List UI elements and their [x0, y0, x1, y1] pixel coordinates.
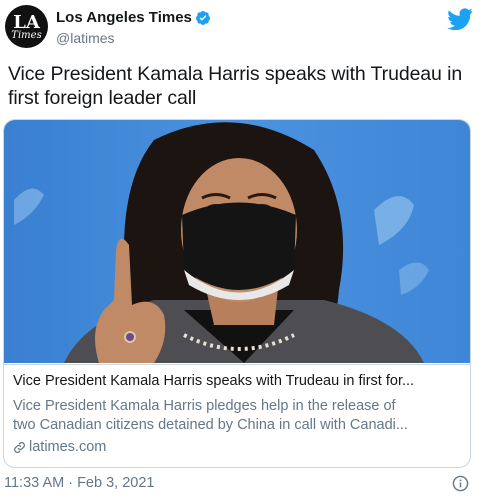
card-body[interactable]: Vice President Kamala Harris speaks with…: [4, 364, 470, 467]
card-title[interactable]: Vice President Kamala Harris speaks with…: [13, 373, 463, 389]
card-domain[interactable]: latimes.com: [13, 439, 106, 455]
card-description-line-2: two Canadian citizens detained by China …: [13, 417, 408, 433]
author-name[interactable]: Los Angeles Times: [56, 9, 192, 26]
avatar-text-top: LA: [13, 11, 40, 33]
link-preview-card[interactable]: Vice President Kamala Harris speaks with…: [3, 119, 471, 468]
avatar-text-bottom: Times: [11, 29, 42, 41]
tweet-timestamp[interactable]: 11:33 AM · Feb 3, 2021: [4, 475, 154, 491]
avatar[interactable]: LA Times: [5, 5, 48, 48]
card-description-line-1: Vice President Kamala Harris pledges hel…: [13, 398, 396, 414]
card-domain-text: latimes.com: [29, 439, 107, 455]
info-icon[interactable]: [452, 475, 469, 492]
author-handle[interactable]: @latimes: [56, 30, 115, 46]
twitter-bird-icon[interactable]: [447, 8, 473, 30]
card-description: Vice President Kamala Harris pledges hel…: [13, 397, 463, 435]
author-name-row: Los Angeles Times: [56, 9, 211, 26]
link-icon: [14, 441, 25, 453]
tweet-text: Vice President Kamala Harris speaks with…: [8, 63, 463, 109]
verified-badge-icon: [195, 10, 210, 25]
tweet-header: LA Times Los Angeles Times @latimes: [0, 0, 484, 58]
article-photo[interactable]: [4, 120, 470, 363]
